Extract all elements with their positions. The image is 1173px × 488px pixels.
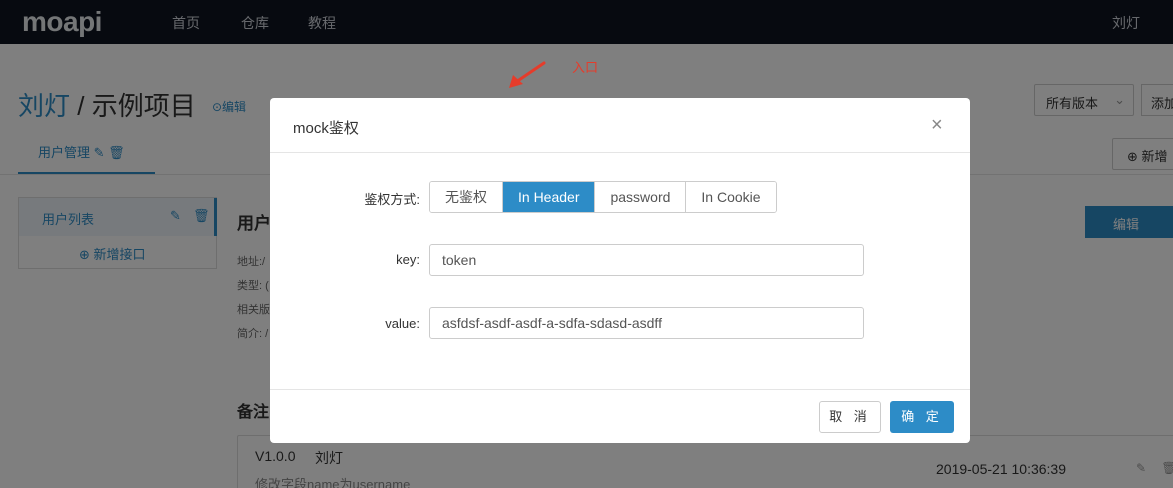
value-label-text: value xyxy=(385,316,417,331)
mock-auth-dialog: mock鉴权 × 鉴权方式: 无鉴权 In Header password In… xyxy=(270,98,970,443)
auth-option-in-header[interactable]: In Header xyxy=(503,182,596,212)
annotation-arrow-icon xyxy=(509,61,546,88)
auth-method-segmented: 无鉴权 In Header password In Cookie xyxy=(429,181,777,213)
cancel-button[interactable]: 取 消 xyxy=(819,401,881,433)
auth-method-label: 鉴权方式: xyxy=(364,192,420,207)
close-icon[interactable]: × xyxy=(931,115,943,135)
key-label-text: key xyxy=(396,252,417,267)
value-input[interactable] xyxy=(429,307,864,339)
auth-option-in-cookie[interactable]: In Cookie xyxy=(686,182,776,212)
auth-option-none[interactable]: 无鉴权 xyxy=(430,182,503,212)
auth-method-label-text: 鉴权方式 xyxy=(364,192,417,207)
dialog-title: mock鉴权 xyxy=(293,120,359,137)
dialog-header-divider xyxy=(270,152,970,153)
auth-option-password[interactable]: password xyxy=(595,182,687,212)
dialog-footer-divider xyxy=(270,389,970,390)
confirm-button[interactable]: 确 定 xyxy=(890,401,954,433)
key-input[interactable] xyxy=(429,244,864,276)
annotation-label: 入口 xyxy=(572,60,599,75)
value-label: value: xyxy=(385,316,420,331)
key-label: key: xyxy=(396,252,420,267)
